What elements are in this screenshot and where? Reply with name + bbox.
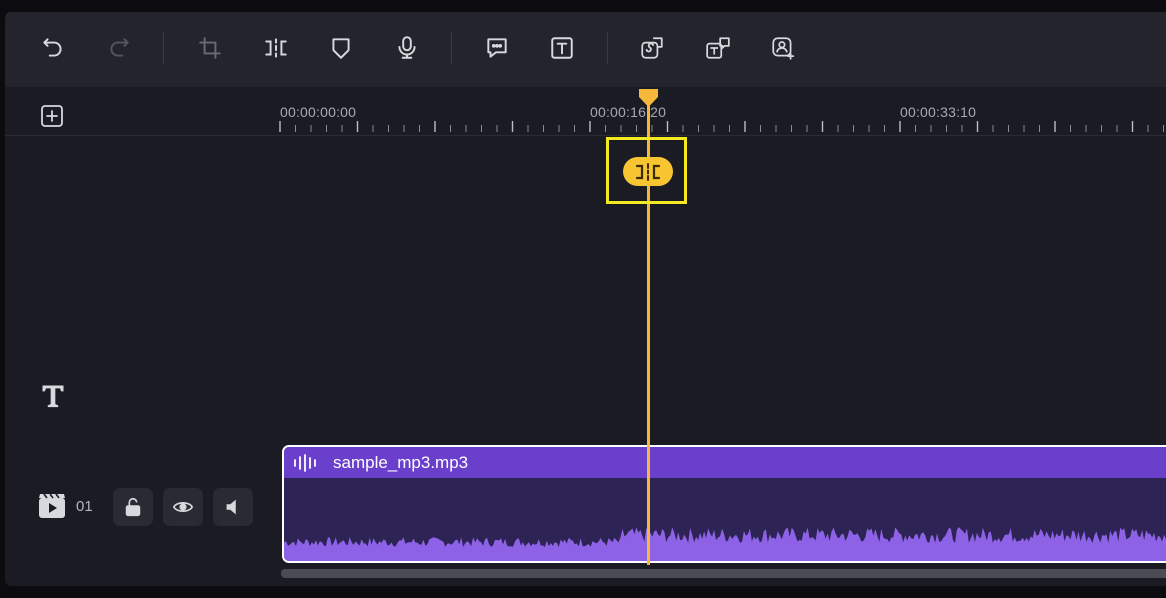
audio-clip[interactable]: sample_mp3.mp3 [282, 445, 1166, 563]
split-at-playhead-button[interactable] [623, 157, 673, 186]
unlock-icon[interactable] [113, 488, 153, 526]
clip-header: sample_mp3.mp3 [284, 447, 1166, 478]
track-number: 01 [76, 498, 93, 515]
clip-name: sample_mp3.mp3 [333, 453, 469, 472]
split-icon [635, 162, 661, 181]
crop-icon[interactable] [196, 34, 224, 62]
text-icon[interactable] [548, 34, 576, 62]
ai-portrait-icon[interactable] [769, 34, 797, 62]
redo-icon[interactable] [105, 34, 133, 62]
audio-track-header: 01 [5, 482, 275, 532]
ruler-timecode: 00:00:33:10 [900, 104, 977, 120]
split-icon[interactable] [262, 34, 290, 62]
text-track-icon [39, 382, 67, 410]
playhead-handle[interactable] [638, 88, 659, 108]
timeline-scrollbar[interactable] [281, 569, 1166, 578]
video-track-icon [38, 493, 66, 519]
speech-to-text-icon[interactable] [638, 34, 666, 62]
add-track-icon[interactable] [40, 104, 64, 128]
speaker-icon[interactable] [213, 488, 253, 526]
toolbar-separator [163, 32, 164, 64]
time-ruler[interactable]: 00:00:00:00 00:00:16:20 00:00:33:10 [279, 87, 1166, 135]
timeline-toolbar [5, 12, 1166, 87]
ruler-row: 00:00:00:00 00:00:16:20 00:00:33:10 [5, 87, 1166, 136]
eye-icon[interactable] [163, 488, 203, 526]
speech-bubble-icon[interactable] [483, 34, 511, 62]
timeline-panel: 00:00:00:00 00:00:16:20 00:00:33:10 01 s… [5, 12, 1166, 586]
audio-wave-icon [294, 454, 316, 472]
ruler-timecode: 00:00:00:00 [280, 104, 357, 120]
undo-icon[interactable] [39, 34, 67, 62]
toolbar-separator [607, 32, 608, 64]
ruler-ticks [279, 121, 1164, 132]
waveform-shape [284, 527, 1166, 561]
toolbar-separator [451, 32, 452, 64]
marker-icon[interactable] [327, 34, 355, 62]
text-to-speech-icon[interactable] [704, 34, 732, 62]
audio-waveform [284, 527, 1166, 561]
microphone-icon[interactable] [393, 34, 421, 62]
